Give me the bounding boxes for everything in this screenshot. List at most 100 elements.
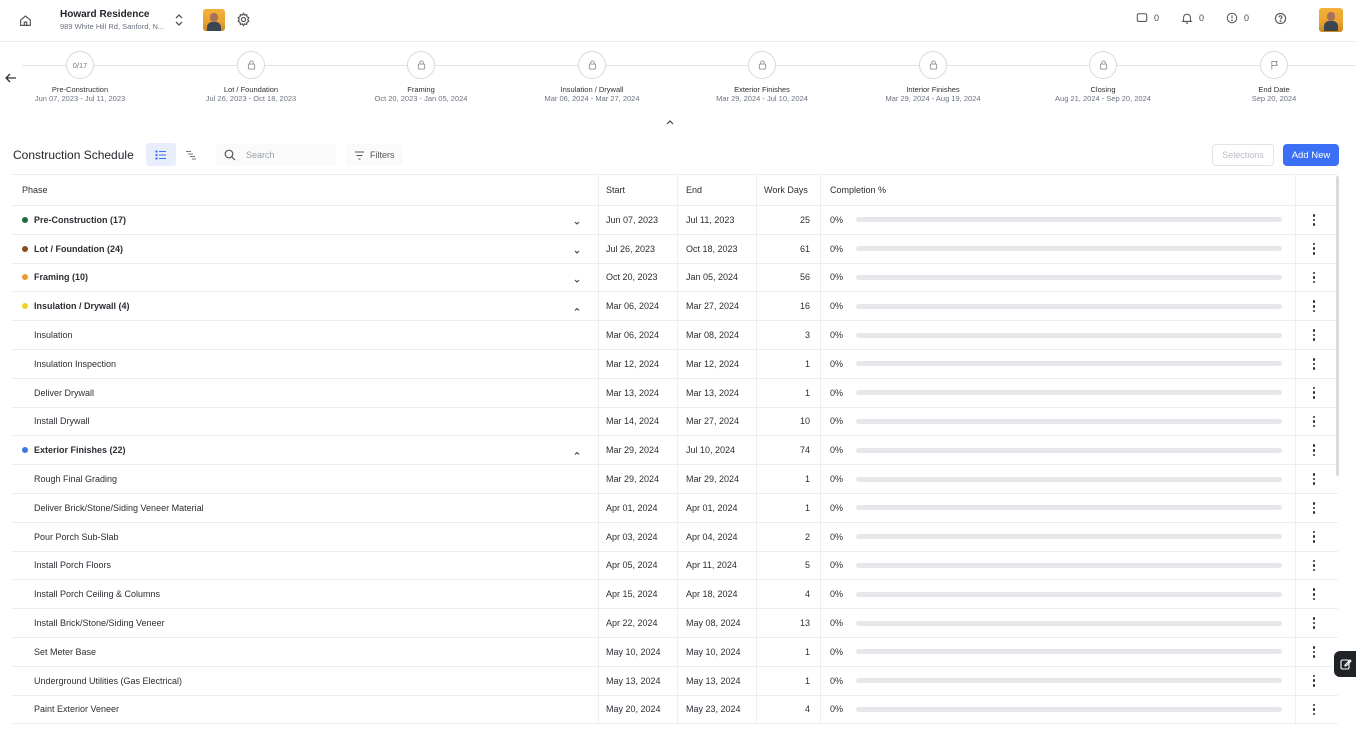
- collapse-group-button[interactable]: [572, 302, 582, 312]
- alerts-counter[interactable]: 0: [1226, 12, 1249, 24]
- work-days-cell[interactable]: 13: [764, 609, 810, 637]
- settings-button[interactable]: [236, 12, 252, 28]
- row-menu-button[interactable]: [1302, 321, 1326, 349]
- task-row[interactable]: Deliver Brick/Stone/Siding Veneer Materi…: [12, 493, 1338, 523]
- start-date-cell[interactable]: Mar 13, 2024: [606, 379, 682, 407]
- milestone-framing[interactable]: Framing Oct 20, 2023 - Jan 05, 2024: [336, 43, 506, 104]
- row-menu-button[interactable]: [1302, 552, 1326, 580]
- end-date-cell[interactable]: Mar 13, 2024: [686, 379, 762, 407]
- end-date-cell[interactable]: Mar 08, 2024: [686, 321, 762, 349]
- phase-group-row[interactable]: Framing (10) Oct 20, 2023 Jan 05, 2024 56 0%: [12, 263, 1338, 293]
- milestone-pre-construction[interactable]: 0/17 Pre-Construction Jun 07, 2023 - Jul…: [0, 43, 165, 104]
- phase-group-row[interactable]: Lot / Foundation (24) Jul 26, 2023 Oct 18,…: [12, 234, 1338, 264]
- search-input[interactable]: [246, 150, 326, 160]
- work-days-cell[interactable]: 1: [764, 667, 810, 695]
- column-header-start[interactable]: Start: [606, 175, 682, 205]
- end-date-cell[interactable]: Oct 18, 2023: [686, 235, 762, 263]
- start-date-cell[interactable]: Oct 20, 2023: [606, 264, 682, 292]
- add-new-button[interactable]: Add New: [1283, 144, 1339, 166]
- end-date-cell[interactable]: Apr 01, 2024: [686, 494, 762, 522]
- task-row[interactable]: Set Meter Base May 10, 2024 May 10, 2024 1 0…: [12, 637, 1338, 667]
- work-days-cell[interactable]: 1: [764, 350, 810, 378]
- column-header-completion[interactable]: Completion %: [830, 175, 1290, 205]
- row-menu-button[interactable]: [1302, 292, 1326, 320]
- task-row[interactable]: Deliver Drywall Mar 13, 2024 Mar 13, 2024 1…: [12, 378, 1338, 408]
- milestone-end-date[interactable]: End Date Sep 20, 2024: [1189, 43, 1356, 104]
- row-menu-button[interactable]: [1302, 408, 1326, 436]
- start-date-cell[interactable]: Mar 12, 2024: [606, 350, 682, 378]
- work-days-cell[interactable]: 2: [764, 523, 810, 551]
- row-menu-button[interactable]: [1302, 494, 1326, 522]
- end-date-cell[interactable]: Apr 04, 2024: [686, 523, 762, 551]
- work-days-cell[interactable]: 10: [764, 408, 810, 436]
- task-row[interactable]: Pour Porch Sub-Slab Apr 03, 2024 Apr 04, 2…: [12, 522, 1338, 552]
- phase-group-row[interactable]: Exterior Finishes (22) Mar 29, 2024 Jul 10…: [12, 436, 1338, 466]
- row-menu-button[interactable]: [1302, 264, 1326, 292]
- task-row[interactable]: Underground Utilities (Gas Electrical) Ma…: [12, 666, 1338, 696]
- start-date-cell[interactable]: May 10, 2024: [606, 638, 682, 666]
- end-date-cell[interactable]: Jul 10, 2024: [686, 436, 762, 464]
- task-row[interactable]: Install Drywall Mar 14, 2024 Mar 27, 2024 1…: [12, 407, 1338, 437]
- work-days-cell[interactable]: 16: [764, 292, 810, 320]
- start-date-cell[interactable]: Mar 06, 2024: [606, 321, 682, 349]
- filters-button[interactable]: Filters: [346, 144, 403, 166]
- row-menu-button[interactable]: [1302, 696, 1326, 724]
- task-row[interactable]: Install Brick/Stone/Siding Veneer Apr 22,…: [12, 609, 1338, 638]
- expand-group-button[interactable]: [572, 216, 582, 225]
- start-date-cell[interactable]: Apr 15, 2024: [606, 580, 682, 608]
- start-date-cell[interactable]: Mar 29, 2024: [606, 465, 682, 493]
- table-scrollbar[interactable]: [1336, 176, 1339, 476]
- work-days-cell[interactable]: 1: [764, 465, 810, 493]
- milestone-lot-foundation[interactable]: Lot / Foundation Jul 26, 2023 - Oct 18, …: [166, 43, 336, 104]
- start-date-cell[interactable]: Apr 01, 2024: [606, 494, 682, 522]
- work-days-cell[interactable]: 3: [764, 321, 810, 349]
- start-date-cell[interactable]: Mar 06, 2024: [606, 292, 682, 320]
- end-date-cell[interactable]: Jul 11, 2023: [686, 206, 762, 234]
- start-date-cell[interactable]: Apr 05, 2024: [606, 552, 682, 580]
- end-date-cell[interactable]: Mar 27, 2024: [686, 292, 762, 320]
- work-days-cell[interactable]: 74: [764, 436, 810, 464]
- end-date-cell[interactable]: May 13, 2024: [686, 667, 762, 695]
- expand-group-button[interactable]: [572, 274, 582, 283]
- work-days-cell[interactable]: 61: [764, 235, 810, 263]
- help-button[interactable]: [1274, 12, 1287, 25]
- start-date-cell[interactable]: Jul 26, 2023: [606, 235, 682, 263]
- start-date-cell[interactable]: Mar 14, 2024: [606, 408, 682, 436]
- end-date-cell[interactable]: Mar 27, 2024: [686, 408, 762, 436]
- end-date-cell[interactable]: Mar 29, 2024: [686, 465, 762, 493]
- work-days-cell[interactable]: 4: [764, 696, 810, 724]
- end-date-cell[interactable]: May 23, 2024: [686, 696, 762, 724]
- milestone-exterior-finishes[interactable]: Exterior Finishes Mar 29, 2024 - Jul 10,…: [677, 43, 847, 104]
- task-row[interactable]: Insulation Inspection Mar 12, 2024 Mar 12,…: [12, 349, 1338, 379]
- milestone-closing[interactable]: Closing Aug 21, 2024 - Sep 20, 2024: [1018, 43, 1188, 104]
- phase-group-row[interactable]: Insulation / Drywall (4) Mar 06, 2024 Mar …: [12, 292, 1338, 322]
- row-menu-button[interactable]: [1302, 235, 1326, 263]
- quick-note-button[interactable]: [1334, 651, 1356, 677]
- work-days-cell[interactable]: 5: [764, 552, 810, 580]
- phase-group-row[interactable]: Pre-Construction (17) Jun 07, 2023 Jul 11,…: [12, 206, 1338, 235]
- end-date-cell[interactable]: May 10, 2024: [686, 638, 762, 666]
- milestone-interior-finishes[interactable]: Interior Finishes Mar 29, 2024 - Aug 19,…: [848, 43, 1018, 104]
- end-date-cell[interactable]: Apr 18, 2024: [686, 580, 762, 608]
- row-menu-button[interactable]: [1302, 206, 1326, 234]
- end-date-cell[interactable]: Apr 11, 2024: [686, 552, 762, 580]
- home-button[interactable]: [14, 9, 36, 31]
- work-days-cell[interactable]: 4: [764, 580, 810, 608]
- row-menu-button[interactable]: [1302, 667, 1326, 695]
- start-date-cell[interactable]: May 20, 2024: [606, 696, 682, 724]
- column-header-work-days[interactable]: Work Days: [764, 175, 810, 205]
- project-avatar[interactable]: [203, 9, 225, 31]
- timeline-collapse-button[interactable]: [665, 115, 675, 125]
- expand-group-button[interactable]: [572, 245, 582, 254]
- messages-counter[interactable]: 0: [1136, 12, 1159, 24]
- start-date-cell[interactable]: Apr 03, 2024: [606, 523, 682, 551]
- work-days-cell[interactable]: 25: [764, 206, 810, 234]
- notifications-counter[interactable]: 0: [1181, 12, 1204, 24]
- row-menu-button[interactable]: [1302, 379, 1326, 407]
- work-days-cell[interactable]: 1: [764, 638, 810, 666]
- project-selector[interactable]: Howard Residence 989 White Hill Rd, Sanf…: [60, 9, 164, 33]
- column-header-end[interactable]: End: [686, 175, 762, 205]
- row-menu-button[interactable]: [1302, 350, 1326, 378]
- task-row[interactable]: Rough Final Grading Mar 29, 2024 Mar 29, 2…: [12, 465, 1338, 494]
- end-date-cell[interactable]: May 08, 2024: [686, 609, 762, 637]
